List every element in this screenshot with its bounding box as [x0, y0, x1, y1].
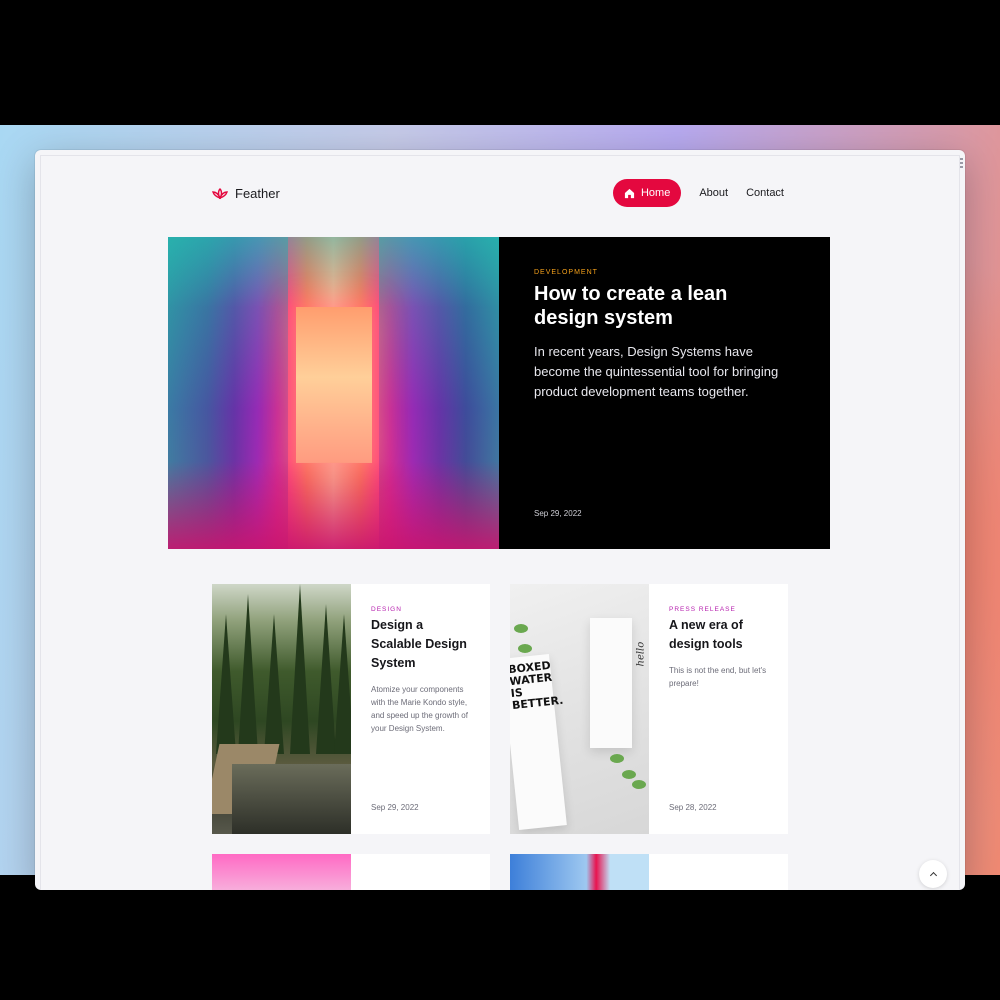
chevron-up-icon [929, 871, 937, 880]
nav-about-link[interactable]: About [699, 187, 728, 199]
post-card-category: DESIGN [371, 606, 402, 613]
post-card[interactable]: DESIGN Design a Scalable Design System A… [212, 584, 490, 834]
nav-home-label: Home [640, 187, 671, 199]
main-nav: Home About Contact [612, 179, 784, 207]
featured-post-title[interactable]: How to create a lean design system [534, 282, 795, 330]
post-card[interactable]: BOXED WATER IS BETTER. hello PRESS RELEA… [510, 584, 788, 834]
browser-window: Feather Home About Contact DEVELOPMENT H… [35, 150, 965, 890]
post-card-image [212, 584, 351, 834]
post-card-title[interactable]: A new era of design tools [669, 616, 770, 654]
nav-contact-link[interactable]: Contact [746, 187, 784, 199]
featured-post-date: Sep 29, 2022 [534, 509, 582, 518]
nav-home-button[interactable]: Home [612, 179, 682, 207]
carton-text-4: BETTER. [511, 693, 565, 713]
scroll-to-top-button[interactable] [919, 860, 947, 888]
post-card-partial[interactable] [510, 854, 788, 890]
home-icon [624, 188, 635, 198]
post-card-content: PRESS RELEASE A new era of design tools … [649, 584, 788, 834]
featured-post-category: DEVELOPMENT [534, 269, 598, 276]
featured-post-image [168, 237, 499, 549]
post-card-image: BOXED WATER IS BETTER. hello [510, 584, 649, 834]
window-grip-icon[interactable] [960, 158, 963, 168]
lotus-icon [212, 187, 228, 199]
post-card-image [212, 854, 351, 890]
post-card-date: Sep 28, 2022 [669, 803, 717, 812]
post-card-description: This is not the end, but let's prepare! [669, 666, 767, 688]
post-card-content: DESIGN Design a Scalable Design System A… [351, 584, 490, 834]
brand-logo[interactable]: Feather [212, 186, 280, 201]
post-card-title[interactable]: Design a Scalable Design System [371, 616, 472, 673]
post-card-partial[interactable] [212, 854, 490, 890]
post-card-image [510, 854, 649, 890]
brand-name: Feather [235, 186, 280, 201]
post-card-description: Atomize your components with the Marie K… [371, 685, 468, 733]
post-card-date: Sep 29, 2022 [371, 803, 419, 812]
featured-post-content: DEVELOPMENT How to create a lean design … [499, 237, 830, 549]
carton-text-hello: hello [635, 641, 647, 667]
featured-post[interactable]: DEVELOPMENT How to create a lean design … [168, 237, 830, 549]
featured-post-description: In recent years, Design Systems have bec… [534, 344, 779, 399]
post-card-category: PRESS RELEASE [669, 606, 736, 613]
